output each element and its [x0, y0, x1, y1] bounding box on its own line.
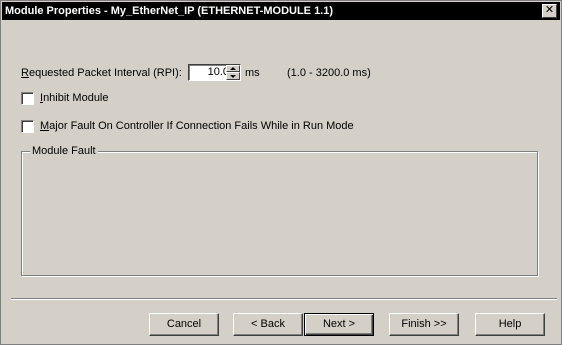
major-fault-label-accelerator: M: [40, 120, 50, 132]
close-icon: ✕: [544, 4, 555, 16]
arrow-down-icon: [230, 75, 236, 78]
cancel-button[interactable]: Cancel: [149, 313, 219, 336]
close-button[interactable]: ✕: [542, 4, 557, 18]
spin-down-button[interactable]: [226, 72, 240, 80]
major-fault-label-text: ajor Fault On Controller If Connection F…: [49, 120, 354, 132]
module-fault-legend: Module Fault: [30, 145, 98, 158]
rpi-input[interactable]: 10.0: [188, 64, 241, 81]
next-button[interactable]: Next >: [304, 313, 374, 336]
rpi-unit: ms: [245, 67, 260, 79]
module-properties-dialog: Module Properties - My_EtherNet_IP (ETHE…: [0, 0, 562, 345]
inhibit-module-checkbox[interactable]: [21, 92, 34, 105]
rpi-spinner[interactable]: [226, 65, 240, 80]
arrow-up-icon: [230, 67, 236, 70]
finish-button[interactable]: Finish >>: [389, 313, 459, 336]
help-button[interactable]: Help: [475, 313, 545, 336]
rpi-range: (1.0 - 3200.0 ms): [287, 67, 371, 79]
window-title: Module Properties - My_EtherNet_IP (ETHE…: [5, 5, 334, 17]
spin-up-button[interactable]: [226, 65, 240, 72]
inhibit-label-text: nhibit Module: [43, 92, 109, 104]
rpi-label-text: equested Packet Interval (RPI):: [28, 67, 182, 79]
major-fault-label[interactable]: Major Fault On Controller If Connection …: [40, 120, 354, 133]
separator-line: [11, 298, 557, 300]
module-fault-group: Module Fault: [21, 145, 538, 276]
rpi-value[interactable]: 10.0: [191, 66, 229, 79]
back-button[interactable]: < Back: [233, 313, 303, 336]
inhibit-module-label[interactable]: Inhibit Module: [40, 92, 109, 105]
title-bar[interactable]: Module Properties - My_EtherNet_IP (ETHE…: [2, 2, 560, 20]
major-fault-checkbox[interactable]: [21, 120, 34, 133]
rpi-label-accelerator: R: [21, 67, 29, 79]
rpi-label: Requested Packet Interval (RPI):: [21, 67, 182, 80]
